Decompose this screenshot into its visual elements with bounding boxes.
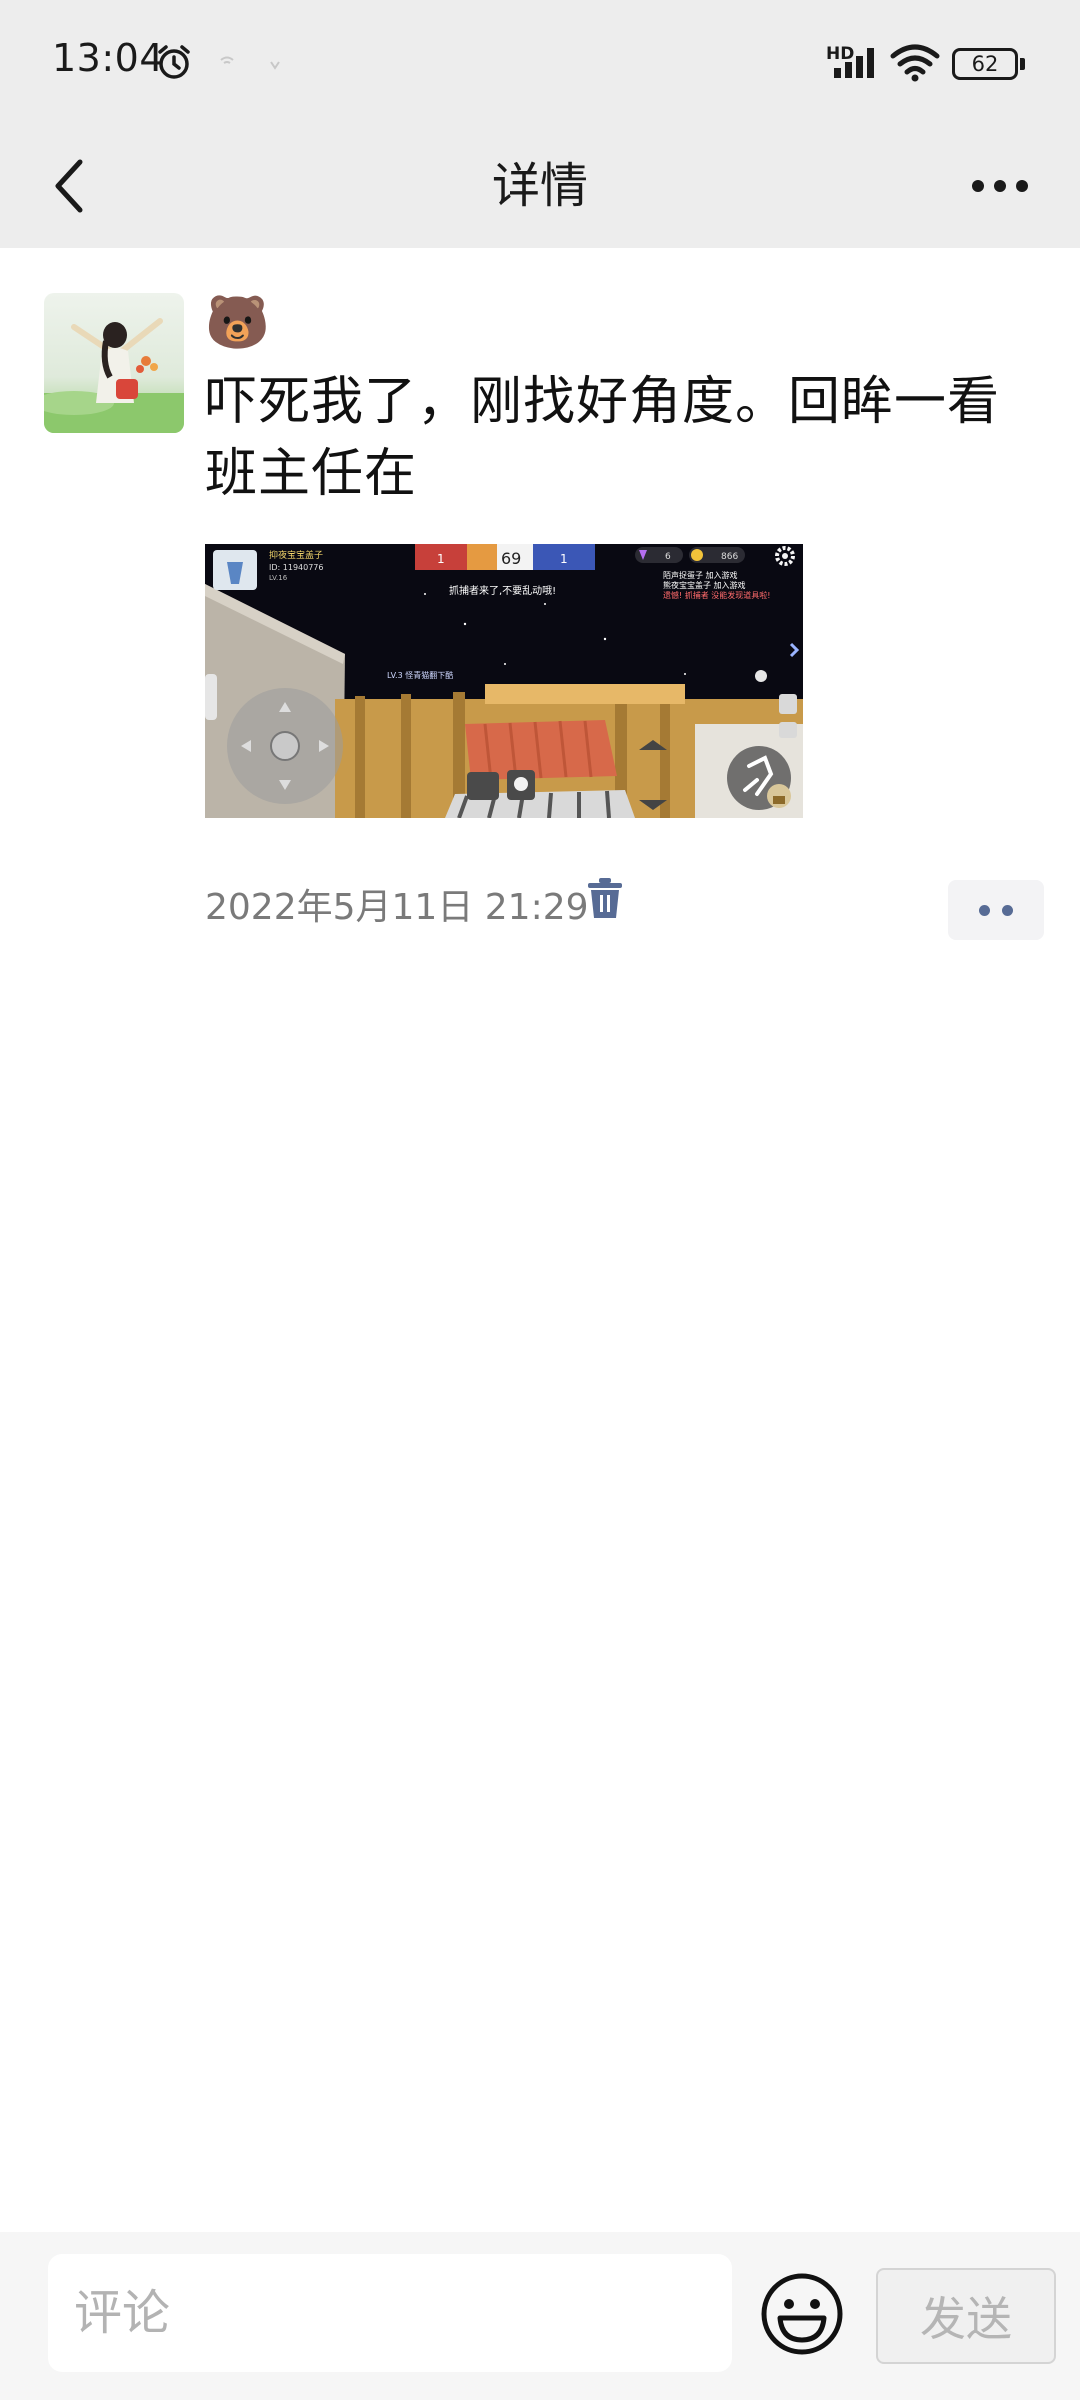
top-left-count: 1 — [437, 552, 445, 566]
game-user-id: ID: 11940776 — [269, 563, 323, 572]
emoji-button[interactable] — [760, 2272, 844, 2356]
gem-count: 6 — [665, 552, 671, 562]
top-right-count: 1 — [560, 552, 568, 566]
game-screenshot: 1 69 1 抑夜宝宝盖子 ID: 11940776 LV.16 6 866 抓… — [205, 544, 803, 818]
game-notice: 抓捕者来了,不要乱动哦! — [449, 584, 556, 597]
nav-bar: 详情 — [0, 124, 1080, 248]
page-title: 详情 — [491, 158, 588, 214]
dot-icon — [979, 904, 990, 916]
more-horizontal-icon — [972, 180, 1028, 192]
game-log-2: 熊夜宝宝盖子 加入游戏 — [663, 580, 746, 590]
notification-icon — [220, 56, 234, 64]
send-button[interactable]: 发送 — [876, 2268, 1056, 2364]
status-time: 13:04 — [52, 36, 165, 80]
smiley-icon — [761, 2273, 843, 2355]
post-text: 吓死我了，刚找好角度。回眸一看班主任在 — [205, 372, 1001, 504]
back-button[interactable] — [30, 146, 110, 226]
trash-icon — [588, 878, 622, 918]
player-tag: LV.3 怪青猫翻下酷 — [387, 670, 453, 680]
post-timestamp: 2022年5月11日 21:29 — [205, 887, 589, 928]
chevron-left-icon — [55, 159, 83, 213]
alarm-icon — [158, 45, 190, 79]
avatar[interactable] — [44, 293, 184, 433]
dot-icon — [1002, 904, 1013, 916]
post-image[interactable]: 1 69 1 抑夜宝宝盖子 ID: 11940776 LV.16 6 866 抓… — [205, 544, 803, 818]
download-icon — [270, 61, 280, 70]
battery-icon: 62 — [952, 48, 1018, 80]
more-options-button[interactable] — [950, 146, 1050, 226]
game-user-level: LV.16 — [269, 574, 288, 582]
comment-bar: 发送 — [0, 2232, 1080, 2400]
battery-level: 62 — [971, 52, 999, 76]
signal-icon — [834, 48, 874, 78]
game-log-3: 遗憾! 抓捕者 没能发现道具啦! — [663, 590, 771, 600]
comment-input[interactable] — [48, 2254, 732, 2372]
author-name[interactable]: 🐻 — [205, 292, 270, 354]
game-username: 抑夜宝宝盖子 — [269, 549, 323, 561]
wifi-icon — [890, 44, 940, 82]
avatar-image — [44, 293, 184, 433]
top-counter: 69 — [501, 549, 521, 568]
coin-count: 866 — [721, 552, 738, 562]
delete-button[interactable] — [588, 878, 632, 928]
battery-cap — [1020, 58, 1025, 70]
status-bar: 13:04 HD 62 — [0, 0, 1080, 124]
like-comment-button[interactable] — [948, 880, 1044, 940]
game-log-1: 陌声捉蛋子 加入游戏 — [663, 570, 738, 580]
